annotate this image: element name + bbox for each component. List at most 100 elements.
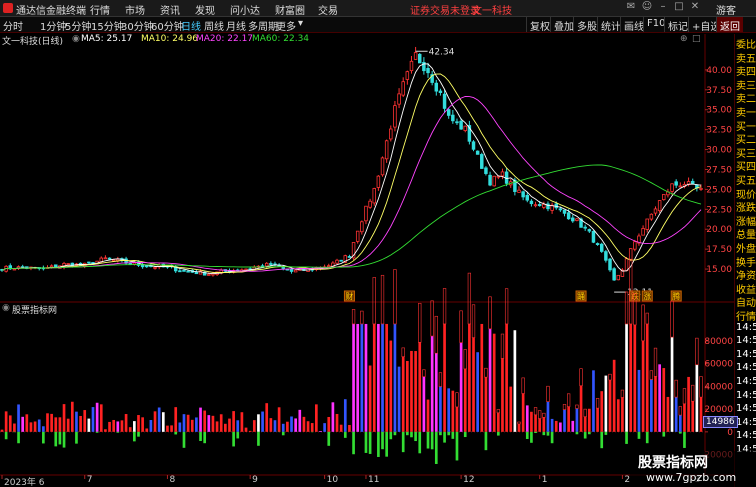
ind-bar-pos (410, 350, 413, 432)
ind-bar-pos (128, 427, 132, 432)
ind-bar-outline (422, 369, 426, 377)
ind-bar-pos (133, 421, 136, 432)
candle-body (442, 93, 447, 109)
ind-bar-neg (645, 431, 649, 444)
candle-body (608, 258, 612, 271)
candle-body (49, 265, 54, 268)
ind-bar-pos (377, 323, 380, 432)
ind-bar-pos (331, 402, 335, 432)
ind-bar-pos (236, 420, 240, 432)
ind-bar-pos (678, 415, 682, 432)
price-tick-label: 15.00 (706, 265, 732, 275)
ind-bar-pos (315, 404, 318, 432)
ma10-line (1, 73, 702, 274)
ind-bar-pos (302, 416, 306, 432)
candle-body (455, 121, 459, 124)
ind-bar-pos (83, 410, 87, 432)
ind-bar-pos (257, 414, 260, 432)
candle-body (12, 268, 17, 271)
ind-bar-outline (496, 409, 500, 414)
ind-bar-neg (236, 431, 240, 439)
ind-bar-pos (443, 323, 446, 432)
ind-bar-pos (54, 417, 58, 432)
ind-bar-pos (501, 358, 504, 432)
ind-bar-neg (426, 431, 430, 449)
ind-bar-pos (381, 323, 384, 432)
ind-bar-outline (649, 370, 654, 380)
ind-bar-neg (463, 431, 467, 438)
ind-bar-neg (434, 431, 438, 464)
price-tick-label: 32.50 (706, 126, 732, 136)
ind-bar-outline (455, 392, 459, 408)
ind-bar-outline (438, 372, 443, 387)
candle-body (281, 267, 285, 269)
ind-bar-pos (298, 409, 302, 432)
ind-bar-pos (269, 418, 273, 432)
ind-bar-neg (42, 431, 45, 444)
ind-bar-pos (625, 323, 628, 432)
candle-body (641, 228, 645, 236)
date-label: 1 (541, 475, 548, 485)
ind-bar-neg (364, 431, 368, 453)
ind-bar-pos (430, 336, 434, 432)
ind-bar-pos (368, 365, 372, 432)
candle-body (562, 209, 567, 214)
candle-body (566, 212, 571, 220)
ind-bar-pos (509, 386, 513, 432)
candle-body (500, 171, 505, 177)
ind-bar-pos (339, 424, 343, 432)
ind-bar-neg (542, 431, 546, 436)
ind-bar-pos (343, 399, 347, 432)
ind-bar-pos (393, 323, 397, 432)
ind-bar-pos (364, 323, 368, 432)
ind-bar-pos (608, 380, 612, 432)
candle-body (111, 259, 116, 262)
ind-bar-pos (348, 424, 351, 432)
price-tick-label: 25.00 (706, 185, 732, 195)
ind-bar-neg (575, 431, 579, 435)
ind-bar-neg (683, 431, 686, 448)
ind-bar-outline (442, 288, 447, 325)
candle-body (575, 218, 579, 221)
ind-bar-pos (215, 421, 219, 432)
ind-bar-neg (385, 431, 388, 457)
candle-body (413, 52, 418, 60)
ind-bar-pos (447, 388, 451, 432)
ind-bar-outline (542, 412, 546, 418)
ind-bar-pos (4, 411, 8, 432)
ind-bar-pos (58, 417, 62, 432)
ind-bar-pos (658, 364, 661, 432)
ind-bar-pos (542, 417, 546, 432)
sidebar-item: 14:56 (736, 348, 756, 360)
date-label: 9 (252, 475, 258, 485)
ind-bar-pos (439, 386, 442, 432)
ind-bar-pos (451, 390, 455, 432)
candle-body (409, 60, 414, 72)
ind-bar-pos (513, 330, 517, 432)
candle-body (529, 200, 534, 205)
ind-bar-pos (600, 391, 604, 432)
candle-body (604, 251, 608, 261)
ind-tick-label: 0 (727, 428, 733, 438)
chart-canvas[interactable]: 40.00 37.50 35.00 32.50 30.00 27.50 25.00 22.50… (0, 0, 756, 487)
ind-bar-outline (653, 347, 658, 377)
candle-body (459, 120, 463, 130)
ind-bar-pos (306, 421, 310, 432)
ind-bar-pos (62, 404, 66, 432)
ind-bar-pos (228, 418, 231, 432)
ind-bar-pos (484, 377, 488, 432)
ind-bar-neg (95, 431, 99, 433)
ind-bar-pos (492, 333, 496, 432)
ind-bar-pos (592, 370, 595, 432)
watermark-title: 股票指标网 (638, 455, 708, 471)
ind-bar-pos (91, 407, 95, 432)
ind-bar-pos (327, 416, 331, 432)
candle-body (662, 194, 666, 201)
candle-body (690, 180, 695, 184)
candle-body (264, 262, 269, 267)
ind-bar-pos (406, 360, 409, 432)
candle-body (405, 71, 410, 80)
ind-bar-outline (459, 310, 463, 343)
ind-bar-pos (174, 407, 178, 432)
ma5-line (1, 63, 702, 275)
